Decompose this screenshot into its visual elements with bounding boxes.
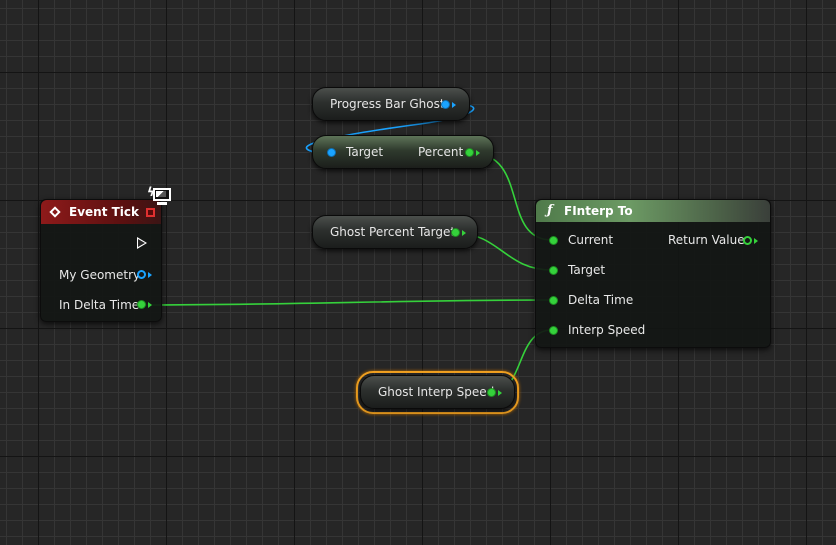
ghost-percent-target-output-pin[interactable] [451,228,460,237]
percent-getter-node[interactable]: Target Percent [312,135,494,169]
in-delta-time-pin-arrow [148,302,152,308]
my-geometry-pin[interactable] [137,270,146,279]
lightning-icon: ϟ [147,185,155,199]
monitor-stand [157,202,167,205]
monitor-screen-glare [156,191,166,197]
event-tick-header: Event Tick [41,200,161,224]
percent-pin-arrow [476,150,480,156]
event-tick-title: Event Tick [69,205,140,219]
progress-bar-ghost-output-pin[interactable] [441,100,450,109]
progress-bar-ghost-label: Progress Bar Ghost [330,97,445,111]
return-value-pin-arrow [754,238,758,244]
in-delta-time-pin[interactable] [137,300,146,309]
ghost-percent-target-node[interactable]: Ghost Percent Target [312,215,478,249]
finterp-to-header: ƒ FInterp To [536,200,770,222]
target-label: Target [346,145,384,159]
delta-time-input-pin[interactable] [549,296,558,305]
return-value-label: Return Value [668,233,745,247]
current-input-pin[interactable] [549,236,558,245]
target-float-input-pin[interactable] [549,266,558,275]
interp-speed-input-pin[interactable] [549,326,558,335]
exec-output-pin-inner [138,239,145,247]
function-icon: ƒ [547,203,553,218]
ghost-interp-speed-output-pin[interactable] [487,388,496,397]
current-label: Current [568,233,614,247]
my-geometry-label: My Geometry [59,268,141,282]
progress-bar-ghost-pin-arrow [452,102,456,108]
finterp-to-node[interactable]: ƒ FInterp To Current Return Value Target… [535,199,771,348]
wire-delta-time[interactable] [140,299,553,306]
percent-output-pin[interactable] [465,148,474,157]
event-diamond-icon [49,206,61,218]
event-tick-node[interactable]: Event Tick My Geometry In Delta Time [40,199,162,322]
target-float-label: Target [568,263,606,277]
ghost-interp-speed-node[interactable]: Ghost Interp Speed [360,375,515,409]
ghost-interp-speed-pin-arrow [498,390,502,396]
delta-time-label: Delta Time [568,293,634,307]
return-value-output-pin[interactable] [743,236,752,245]
percent-label: Percent [418,145,464,159]
finterp-to-title: FInterp To [564,204,633,218]
ghost-percent-target-pin-arrow [462,230,466,236]
monitor-icon: ϟ [147,186,173,210]
ghost-interp-speed-label: Ghost Interp Speed [378,385,495,399]
ghost-percent-target-label: Ghost Percent Target [330,225,456,239]
my-geometry-pin-arrow [148,272,152,278]
progress-bar-ghost-node[interactable]: Progress Bar Ghost [312,87,470,121]
interp-speed-label: Interp Speed [568,323,646,337]
target-input-pin[interactable] [327,148,336,157]
in-delta-time-label: In Delta Time [59,298,140,312]
